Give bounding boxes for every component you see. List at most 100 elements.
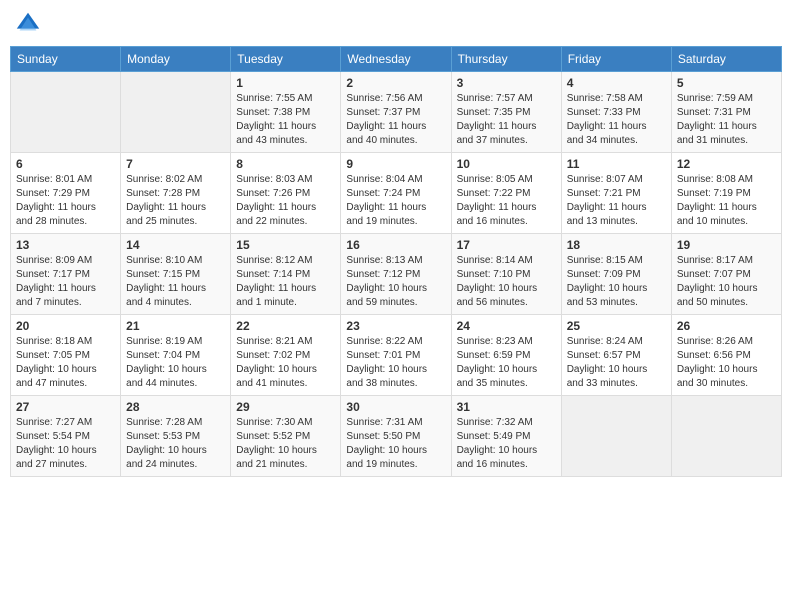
day-info: Sunrise: 7:28 AM Sunset: 5:53 PM Dayligh… (126, 416, 225, 472)
table-cell: 8 Sunrise: 8:03 AM Sunset: 7:26 PM Daylig… (231, 153, 341, 234)
table-cell: 6 Sunrise: 8:01 AM Sunset: 7:29 PM Daylig… (11, 153, 121, 234)
table-cell: 23 Sunrise: 8:22 AM Sunset: 7:01 PM Dayli… (341, 315, 451, 396)
day-info: Sunrise: 8:08 AM Sunset: 7:19 PM Dayligh… (677, 173, 776, 229)
table-cell: 19 Sunrise: 8:17 AM Sunset: 7:07 PM Dayli… (671, 234, 781, 315)
table-cell (561, 396, 671, 477)
day-info: Sunrise: 8:24 AM Sunset: 6:57 PM Dayligh… (567, 335, 666, 391)
day-info: Sunrise: 8:03 AM Sunset: 7:26 PM Dayligh… (236, 173, 335, 229)
table-cell (121, 72, 231, 153)
day-info: Sunrise: 7:57 AM Sunset: 7:35 PM Dayligh… (457, 92, 556, 148)
day-info: Sunrise: 8:05 AM Sunset: 7:22 PM Dayligh… (457, 173, 556, 229)
day-number: 27 (16, 400, 115, 414)
day-info: Sunrise: 8:22 AM Sunset: 7:01 PM Dayligh… (346, 335, 445, 391)
day-number: 17 (457, 238, 556, 252)
table-cell: 2 Sunrise: 7:56 AM Sunset: 7:37 PM Daylig… (341, 72, 451, 153)
day-info: Sunrise: 8:01 AM Sunset: 7:29 PM Dayligh… (16, 173, 115, 229)
table-cell: 5 Sunrise: 7:59 AM Sunset: 7:31 PM Daylig… (671, 72, 781, 153)
day-number: 14 (126, 238, 225, 252)
calendar-row-4: 20Sunrise: 8:18 AM Sunset: 7:05 PM Dayli… (11, 315, 782, 396)
day-number: 21 (126, 319, 225, 333)
page-header (10, 10, 782, 38)
calendar-table: Sunday Monday Tuesday Wednesday Thursday… (10, 46, 782, 477)
table-cell: 28 Sunrise: 7:28 AM Sunset: 5:53 PM Dayli… (121, 396, 231, 477)
col-thursday: Thursday (451, 47, 561, 72)
table-cell: 3 Sunrise: 7:57 AM Sunset: 7:35 PM Daylig… (451, 72, 561, 153)
calendar-row-5: 27 Sunrise: 7:27 AM Sunset: 5:54 PM Dayli… (11, 396, 782, 477)
table-cell: 24 Sunrise: 8:23 AM Sunset: 6:59 PM Dayli… (451, 315, 561, 396)
day-info: Sunrise: 8:15 AM Sunset: 7:09 PM Dayligh… (567, 254, 666, 310)
table-cell: 30Sunrise: 7:31 AM Sunset: 5:50 PM Dayli… (341, 396, 451, 477)
day-number: 3 (457, 76, 556, 90)
day-number: 24 (457, 319, 556, 333)
day-info: Sunrise: 8:12 AM Sunset: 7:14 PM Dayligh… (236, 254, 335, 310)
day-number: 8 (236, 157, 335, 171)
calendar-header-row: Sunday Monday Tuesday Wednesday Thursday… (11, 47, 782, 72)
day-info: Sunrise: 8:13 AM Sunset: 7:12 PM Dayligh… (346, 254, 445, 310)
table-cell: 27 Sunrise: 7:27 AM Sunset: 5:54 PM Dayli… (11, 396, 121, 477)
table-cell: 13 Sunrise: 8:09 AM Sunset: 7:17 PM Dayli… (11, 234, 121, 315)
day-info: Sunrise: 7:59 AM Sunset: 7:31 PM Dayligh… (677, 92, 776, 148)
day-info: Sunrise: 8:21 AM Sunset: 7:02 PM Dayligh… (236, 335, 335, 391)
table-cell: 22 Sunrise: 8:21 AM Sunset: 7:02 PM Dayli… (231, 315, 341, 396)
calendar-row-1: 1Sunrise: 7:55 AM Sunset: 7:38 PM Daylig… (11, 72, 782, 153)
day-info: Sunrise: 8:07 AM Sunset: 7:21 PM Dayligh… (567, 173, 666, 229)
day-number: 30 (346, 400, 445, 414)
col-friday: Friday (561, 47, 671, 72)
day-info: Sunrise: 7:56 AM Sunset: 7:37 PM Dayligh… (346, 92, 445, 148)
day-number: 23 (346, 319, 445, 333)
day-info: Sunrise: 7:27 AM Sunset: 5:54 PM Dayligh… (16, 416, 115, 472)
day-info: Sunrise: 8:17 AM Sunset: 7:07 PM Dayligh… (677, 254, 776, 310)
day-info: Sunrise: 8:14 AM Sunset: 7:10 PM Dayligh… (457, 254, 556, 310)
table-cell (11, 72, 121, 153)
day-info: Sunrise: 8:23 AM Sunset: 6:59 PM Dayligh… (457, 335, 556, 391)
table-cell: 12 Sunrise: 8:08 AM Sunset: 7:19 PM Dayli… (671, 153, 781, 234)
day-number: 22 (236, 319, 335, 333)
day-info: Sunrise: 7:58 AM Sunset: 7:33 PM Dayligh… (567, 92, 666, 148)
day-number: 13 (16, 238, 115, 252)
table-cell: 7Sunrise: 8:02 AM Sunset: 7:28 PM Daylig… (121, 153, 231, 234)
day-number: 19 (677, 238, 776, 252)
table-cell: 15Sunrise: 8:12 AM Sunset: 7:14 PM Dayli… (231, 234, 341, 315)
day-number: 26 (677, 319, 776, 333)
day-number: 5 (677, 76, 776, 90)
day-info: Sunrise: 8:04 AM Sunset: 7:24 PM Dayligh… (346, 173, 445, 229)
table-cell: 4 Sunrise: 7:58 AM Sunset: 7:33 PM Daylig… (561, 72, 671, 153)
table-cell: 29 Sunrise: 7:30 AM Sunset: 5:52 PM Dayli… (231, 396, 341, 477)
day-info: Sunrise: 7:32 AM Sunset: 5:49 PM Dayligh… (457, 416, 556, 472)
day-number: 18 (567, 238, 666, 252)
day-number: 25 (567, 319, 666, 333)
table-cell: 11 Sunrise: 8:07 AM Sunset: 7:21 PM Dayli… (561, 153, 671, 234)
table-cell: 26Sunrise: 8:26 AM Sunset: 6:56 PM Dayli… (671, 315, 781, 396)
table-cell: 20Sunrise: 8:18 AM Sunset: 7:05 PM Dayli… (11, 315, 121, 396)
calendar-row-3: 13 Sunrise: 8:09 AM Sunset: 7:17 PM Dayli… (11, 234, 782, 315)
day-number: 16 (346, 238, 445, 252)
day-info: Sunrise: 8:02 AM Sunset: 7:28 PM Dayligh… (126, 173, 225, 229)
col-sunday: Sunday (11, 47, 121, 72)
day-number: 31 (457, 400, 556, 414)
day-number: 2 (346, 76, 445, 90)
calendar-row-2: 6 Sunrise: 8:01 AM Sunset: 7:29 PM Daylig… (11, 153, 782, 234)
day-info: Sunrise: 7:55 AM Sunset: 7:38 PM Dayligh… (236, 92, 335, 148)
day-number: 28 (126, 400, 225, 414)
day-number: 4 (567, 76, 666, 90)
day-number: 20 (16, 319, 115, 333)
day-number: 11 (567, 157, 666, 171)
table-cell: 18 Sunrise: 8:15 AM Sunset: 7:09 PM Dayli… (561, 234, 671, 315)
table-cell: 21 Sunrise: 8:19 AM Sunset: 7:04 PM Dayli… (121, 315, 231, 396)
day-number: 6 (16, 157, 115, 171)
table-cell (671, 396, 781, 477)
logo (14, 10, 46, 38)
day-info: Sunrise: 8:10 AM Sunset: 7:15 PM Dayligh… (126, 254, 225, 310)
day-info: Sunrise: 8:19 AM Sunset: 7:04 PM Dayligh… (126, 335, 225, 391)
day-number: 29 (236, 400, 335, 414)
table-cell: 14 Sunrise: 8:10 AM Sunset: 7:15 PM Dayli… (121, 234, 231, 315)
day-info: Sunrise: 7:30 AM Sunset: 5:52 PM Dayligh… (236, 416, 335, 472)
day-number: 12 (677, 157, 776, 171)
day-number: 9 (346, 157, 445, 171)
col-saturday: Saturday (671, 47, 781, 72)
logo-icon (14, 10, 42, 38)
day-info: Sunrise: 8:09 AM Sunset: 7:17 PM Dayligh… (16, 254, 115, 310)
col-wednesday: Wednesday (341, 47, 451, 72)
col-monday: Monday (121, 47, 231, 72)
table-cell: 10Sunrise: 8:05 AM Sunset: 7:22 PM Dayli… (451, 153, 561, 234)
